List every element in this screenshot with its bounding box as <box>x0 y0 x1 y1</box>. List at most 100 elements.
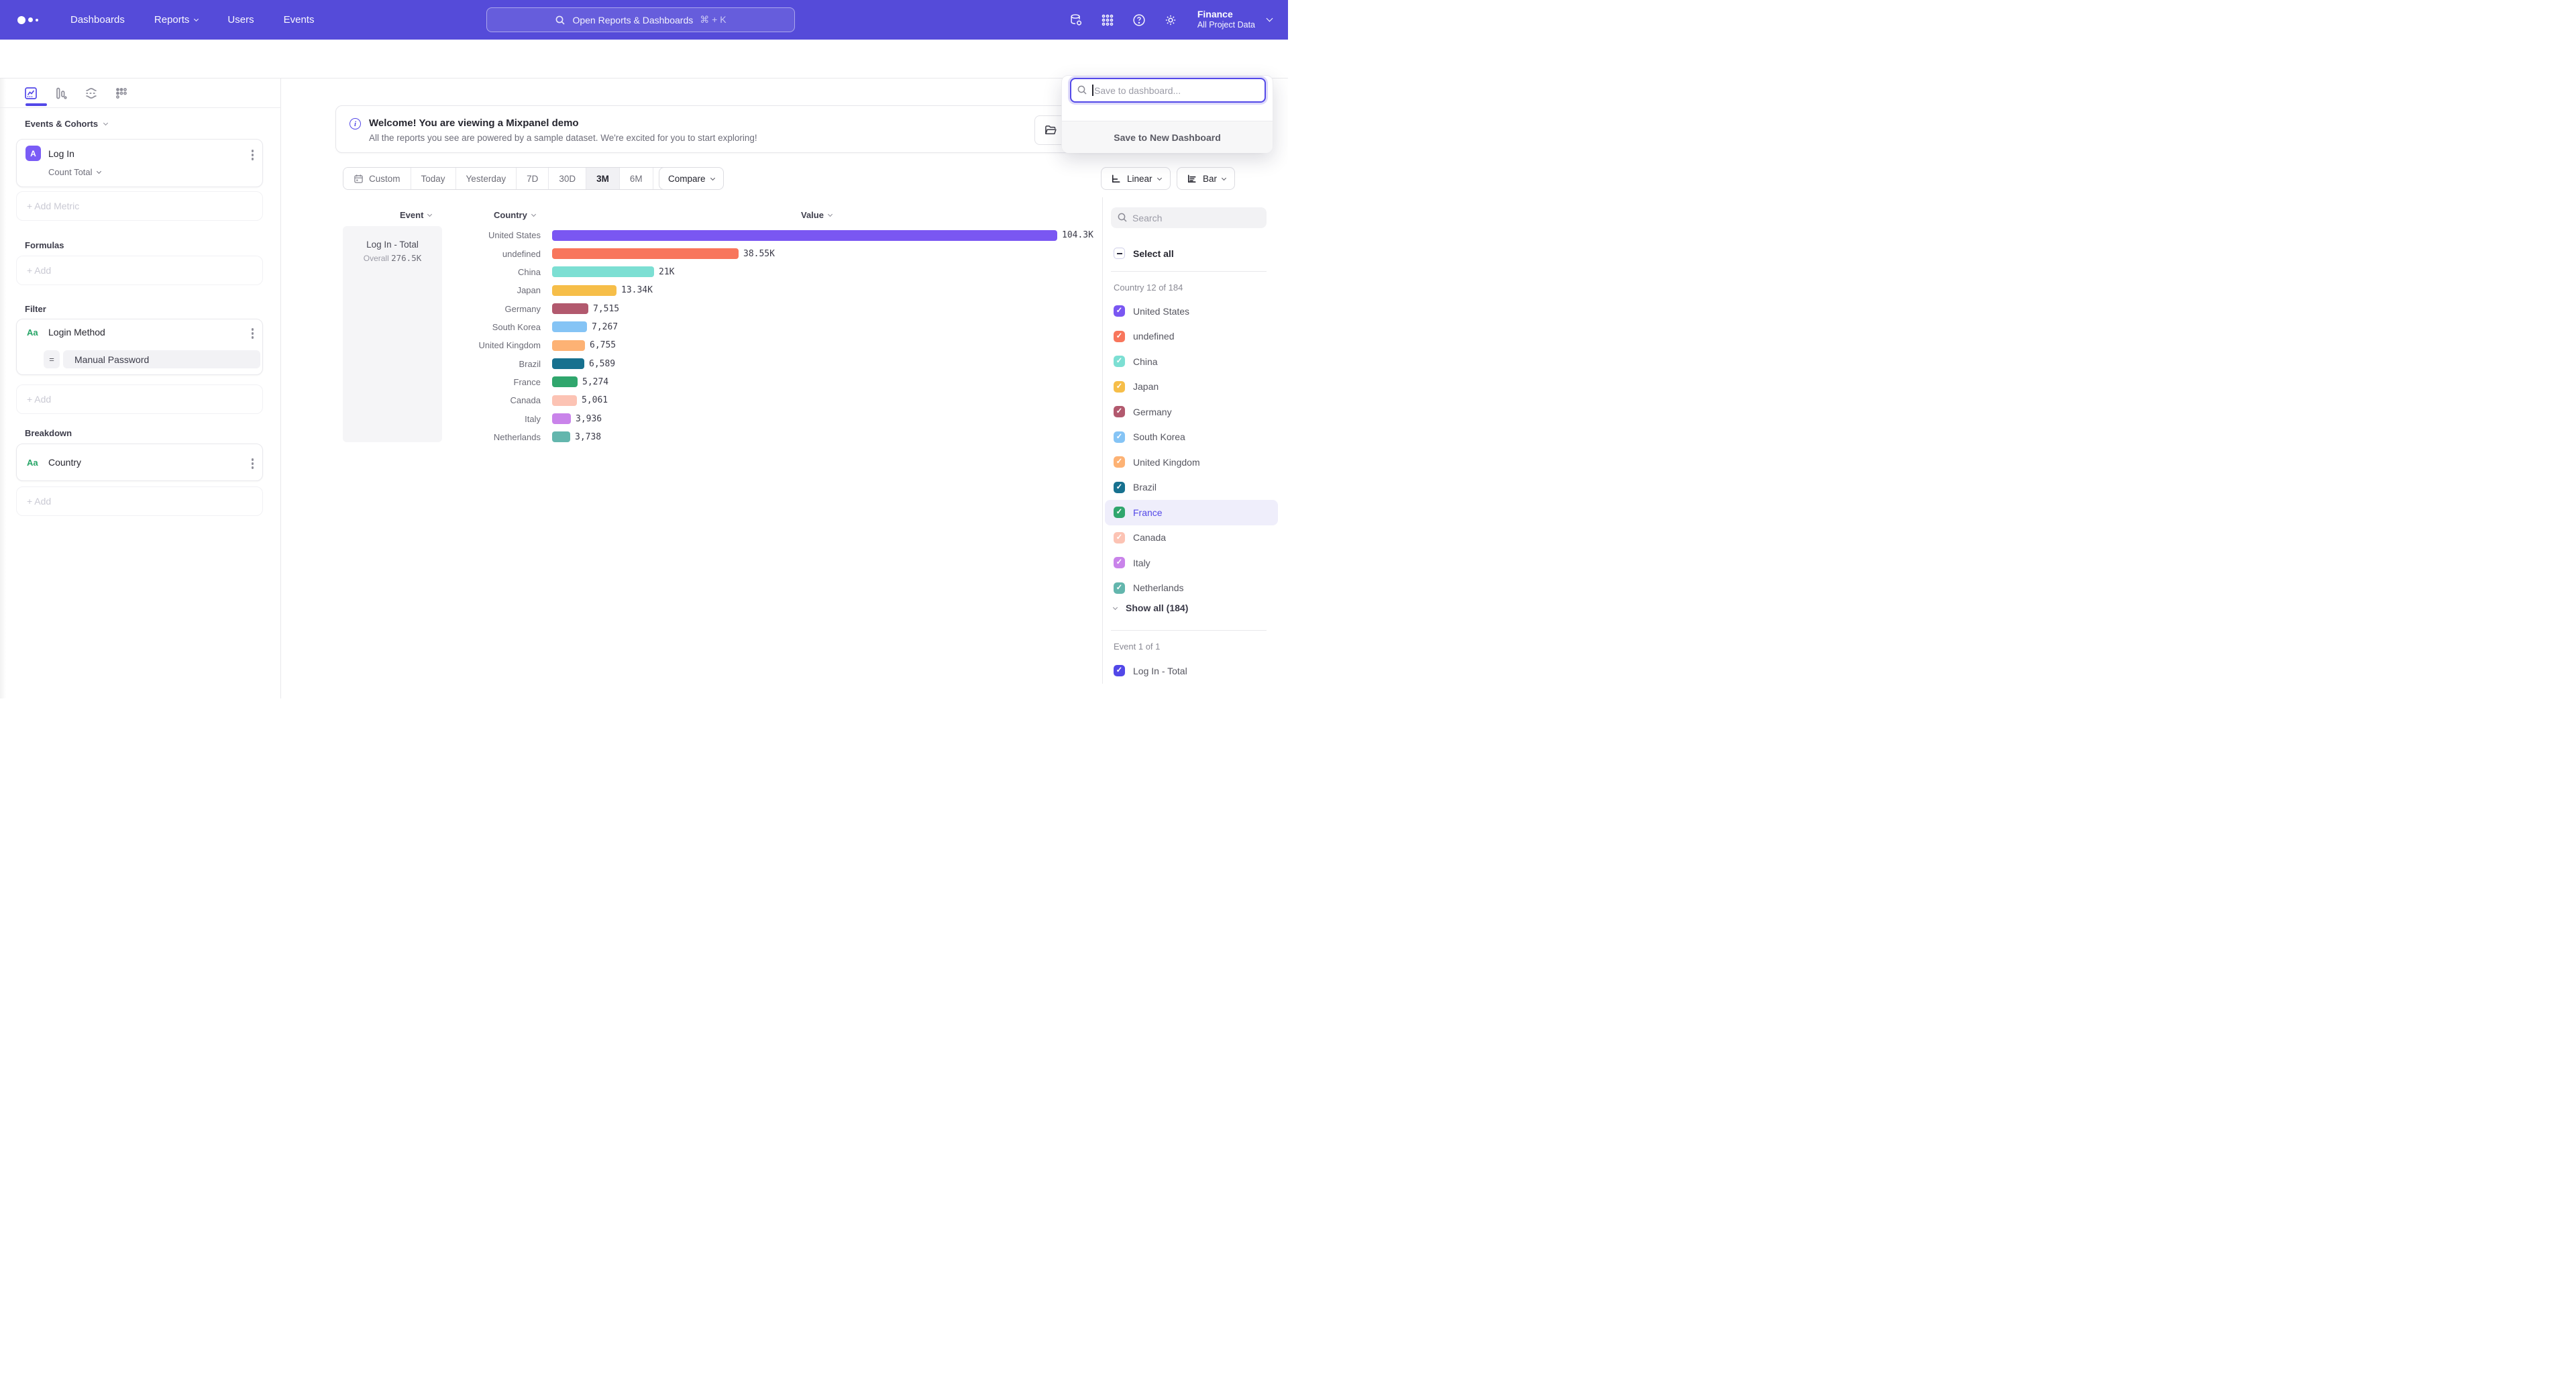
nav-item-events[interactable]: Events <box>284 14 315 25</box>
column-header-value[interactable]: Value <box>801 210 832 220</box>
filter-operator-selector[interactable]: = <box>44 350 60 368</box>
metric-card[interactable]: A Log In Count Total <box>16 139 263 187</box>
add-formula-button[interactable]: + Add <box>16 256 263 285</box>
scroll-shadow <box>0 79 6 698</box>
country-option-germany[interactable]: ✓Germany <box>1105 399 1278 425</box>
range-custom[interactable]: Custom <box>343 168 411 189</box>
bar-segment[interactable] <box>552 303 588 314</box>
country-option-undefined[interactable]: ✓undefined <box>1105 324 1278 350</box>
country-option-italy[interactable]: ✓Italy <box>1105 550 1278 576</box>
project-switcher[interactable]: Finance All Project Data <box>1197 9 1255 31</box>
bar-segment[interactable] <box>552 248 739 259</box>
save-dashboard-search-input[interactable] <box>1070 78 1266 103</box>
country-option-label: undefined <box>1133 331 1175 342</box>
bar-segment[interactable] <box>552 358 584 369</box>
bar-segment[interactable] <box>552 376 578 387</box>
chevron-down-icon <box>531 212 536 217</box>
country-option-united-states[interactable]: ✓United States <box>1105 299 1278 324</box>
tab-flows-icon[interactable] <box>84 86 99 101</box>
add-breakdown-button[interactable]: + Add <box>16 486 263 516</box>
segment-search-input[interactable] <box>1111 207 1267 228</box>
nav-item-users[interactable]: Users <box>227 14 254 25</box>
save-to-new-dashboard-button[interactable]: Save to New Dashboard <box>1062 121 1273 153</box>
metric-options-button[interactable] <box>252 150 254 160</box>
chart-row-netherlands: Netherlands3,738 <box>445 428 1089 446</box>
add-filter-button[interactable]: + Add <box>16 384 263 414</box>
country-option-canada[interactable]: ✓Canada <box>1105 525 1278 551</box>
events-cohorts-header[interactable]: Events & Cohorts <box>25 119 107 129</box>
bar-segment[interactable] <box>552 230 1057 241</box>
bar-value-label: 6,755 <box>590 340 616 350</box>
bar-value-label: 3,738 <box>575 432 601 442</box>
country-option-label: Italy <box>1133 558 1150 568</box>
chart-type-selector[interactable]: Bar <box>1177 167 1235 190</box>
range-6m[interactable]: 6M <box>619 168 653 189</box>
event-option[interactable]: ✓ Log In - Total <box>1105 658 1278 684</box>
gear-icon[interactable] <box>1163 13 1178 28</box>
bar-segment[interactable] <box>552 413 571 424</box>
country-option-netherlands[interactable]: ✓Netherlands <box>1105 576 1278 601</box>
nav-item-dashboards[interactable]: Dashboards <box>70 14 125 25</box>
country-option-japan[interactable]: ✓Japan <box>1105 374 1278 400</box>
line-mode-selector[interactable]: Linear <box>1101 167 1171 190</box>
mixpanel-logo-icon[interactable] <box>17 16 38 24</box>
formulas-header: Formulas <box>25 240 64 250</box>
country-option-united-kingdom[interactable]: ✓United Kingdom <box>1105 450 1278 475</box>
nav-links: Dashboards Reports Users Events <box>70 14 314 25</box>
country-option-china[interactable]: ✓China <box>1105 349 1278 374</box>
checked-checkbox-icon: ✓ <box>1114 381 1125 393</box>
checked-checkbox-icon: ✓ <box>1114 582 1125 594</box>
range-3m[interactable]: 3M <box>586 168 619 189</box>
global-search-button[interactable]: Open Reports & Dashboards ⌘ + K <box>486 7 795 32</box>
chart-row-italy: Italy3,936 <box>445 409 1089 427</box>
country-option-brazil[interactable]: ✓Brazil <box>1105 475 1278 501</box>
chevron-down-icon <box>828 212 833 217</box>
bar-segment[interactable] <box>552 285 616 296</box>
bar-category-label: United Kingdom <box>445 340 541 350</box>
checked-checkbox-icon: ✓ <box>1114 482 1125 493</box>
breakdown-property-name[interactable]: Country <box>48 457 81 468</box>
apps-grid-icon[interactable] <box>1100 13 1115 28</box>
help-icon[interactable] <box>1132 13 1146 28</box>
bar-value-label: 38.55K <box>743 249 775 259</box>
range-30d[interactable]: 30D <box>548 168 586 189</box>
show-all-button[interactable]: Show all (184) <box>1114 603 1188 613</box>
bar-value-label: 5,061 <box>582 395 608 405</box>
breakdown-card[interactable]: Aa Country <box>16 444 263 481</box>
nav-item-reports[interactable]: Reports <box>154 14 199 25</box>
event-cell[interactable]: Log In - Total Overall 276.5K <box>343 226 442 442</box>
property-type-badge: Aa <box>27 327 38 338</box>
country-segment-list: ✓United States✓undefined✓China✓Japan✓Ger… <box>1105 299 1278 601</box>
bar-segment[interactable] <box>552 340 585 351</box>
bar-segment[interactable] <box>552 431 570 442</box>
filter-value-selector[interactable]: Manual Password <box>63 350 260 368</box>
data-settings-icon[interactable] <box>1069 13 1083 28</box>
filter-card[interactable]: Aa Login Method = Manual Password <box>16 319 263 375</box>
event-cell-name: Log In - Total <box>343 240 442 250</box>
country-option-label: United States <box>1133 306 1189 317</box>
bar-value-label: 7,515 <box>593 304 619 314</box>
country-option-france[interactable]: ✓France <box>1105 500 1278 525</box>
column-header-event[interactable]: Event <box>400 210 431 220</box>
bar-segment[interactable] <box>552 321 587 332</box>
filter-options-button[interactable] <box>252 328 254 339</box>
filter-property-name[interactable]: Login Method <box>48 327 105 338</box>
compare-button[interactable]: Compare <box>659 167 724 190</box>
column-header-country[interactable]: Country <box>494 210 535 220</box>
bar-value-label: 3,936 <box>576 414 602 424</box>
range-7d[interactable]: 7D <box>516 168 548 189</box>
aggregation-selector[interactable]: Count Total <box>48 167 101 177</box>
range-today[interactable]: Today <box>411 168 455 189</box>
bar-segment[interactable] <box>552 266 654 277</box>
breakdown-options-button[interactable] <box>252 458 254 469</box>
country-option-south-korea[interactable]: ✓South Korea <box>1105 425 1278 450</box>
metric-name[interactable]: Log In <box>48 148 74 159</box>
tab-insights-icon[interactable] <box>23 86 38 101</box>
add-metric-button[interactable]: + Add Metric <box>16 191 263 221</box>
range-yesterday[interactable]: Yesterday <box>455 168 517 189</box>
tab-funnels-icon[interactable] <box>54 86 68 101</box>
bar-segment[interactable] <box>552 395 577 406</box>
tab-retention-icon[interactable] <box>114 86 129 101</box>
select-all-checkbox[interactable]: Select all <box>1114 248 1174 259</box>
bar-chart-icon <box>1186 173 1197 185</box>
